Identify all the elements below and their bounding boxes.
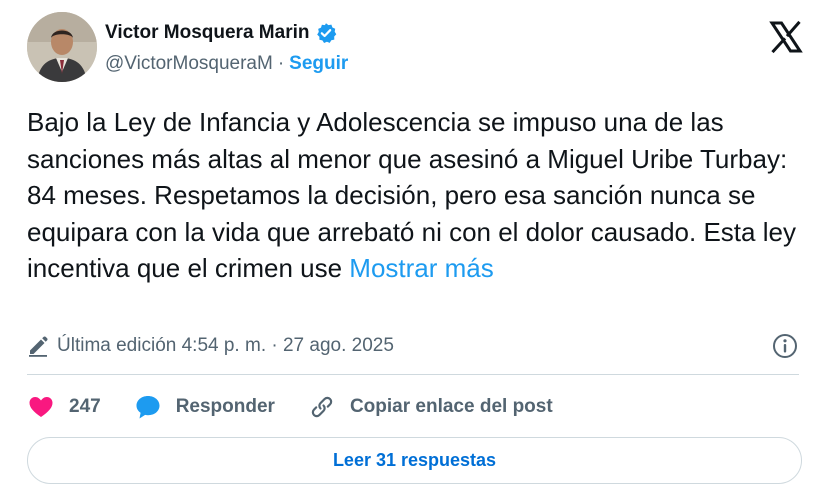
avatar[interactable] (27, 12, 97, 82)
post-card: Victor Mosquera Marin @VictorMosqueraM ·… (0, 0, 825, 504)
reply-bubble-icon (136, 396, 160, 419)
divider (27, 374, 799, 375)
separator-dot: · (277, 53, 285, 74)
info-icon[interactable] (771, 332, 799, 360)
x-logo-icon[interactable] (769, 20, 803, 54)
pencil-icon (29, 336, 48, 357)
post-text: Bajo la Ley de Infancia y Adolescencia s… (27, 104, 807, 287)
action-bar: 247 Responder Copiar enlace del post (27, 390, 586, 424)
post-header: Victor Mosquera Marin @VictorMosqueraM ·… (27, 12, 807, 84)
copy-link-label: Copiar enlace del post (349, 396, 553, 417)
heart-icon (29, 397, 53, 417)
copy-link-button[interactable]: Copiar enlace del post (308, 393, 553, 421)
author-handle[interactable]: @VictorMosqueraM (105, 53, 273, 75)
reply-button[interactable]: Responder (134, 393, 275, 421)
author-name[interactable]: Victor Mosquera Marin (105, 22, 309, 44)
handle-row: @VictorMosqueraM · Seguir (105, 53, 348, 75)
post-meta: Última edición 4:54 p. m. · 27 ago. 2025 (27, 332, 799, 360)
read-replies-button[interactable]: Leer 31 respuestas (27, 437, 802, 484)
show-more-link[interactable]: Mostrar más (349, 253, 493, 283)
link-icon (311, 396, 333, 418)
edited-timestamp[interactable]: Última edición 4:54 p. m. · 27 ago. 2025 (57, 335, 394, 357)
verified-badge-icon (317, 23, 337, 43)
like-count: 247 (69, 396, 101, 417)
reply-label: Responder (175, 396, 275, 417)
like-button[interactable]: 247 (27, 393, 101, 421)
follow-button[interactable]: Seguir (289, 53, 348, 75)
name-row: Victor Mosquera Marin (105, 20, 337, 46)
